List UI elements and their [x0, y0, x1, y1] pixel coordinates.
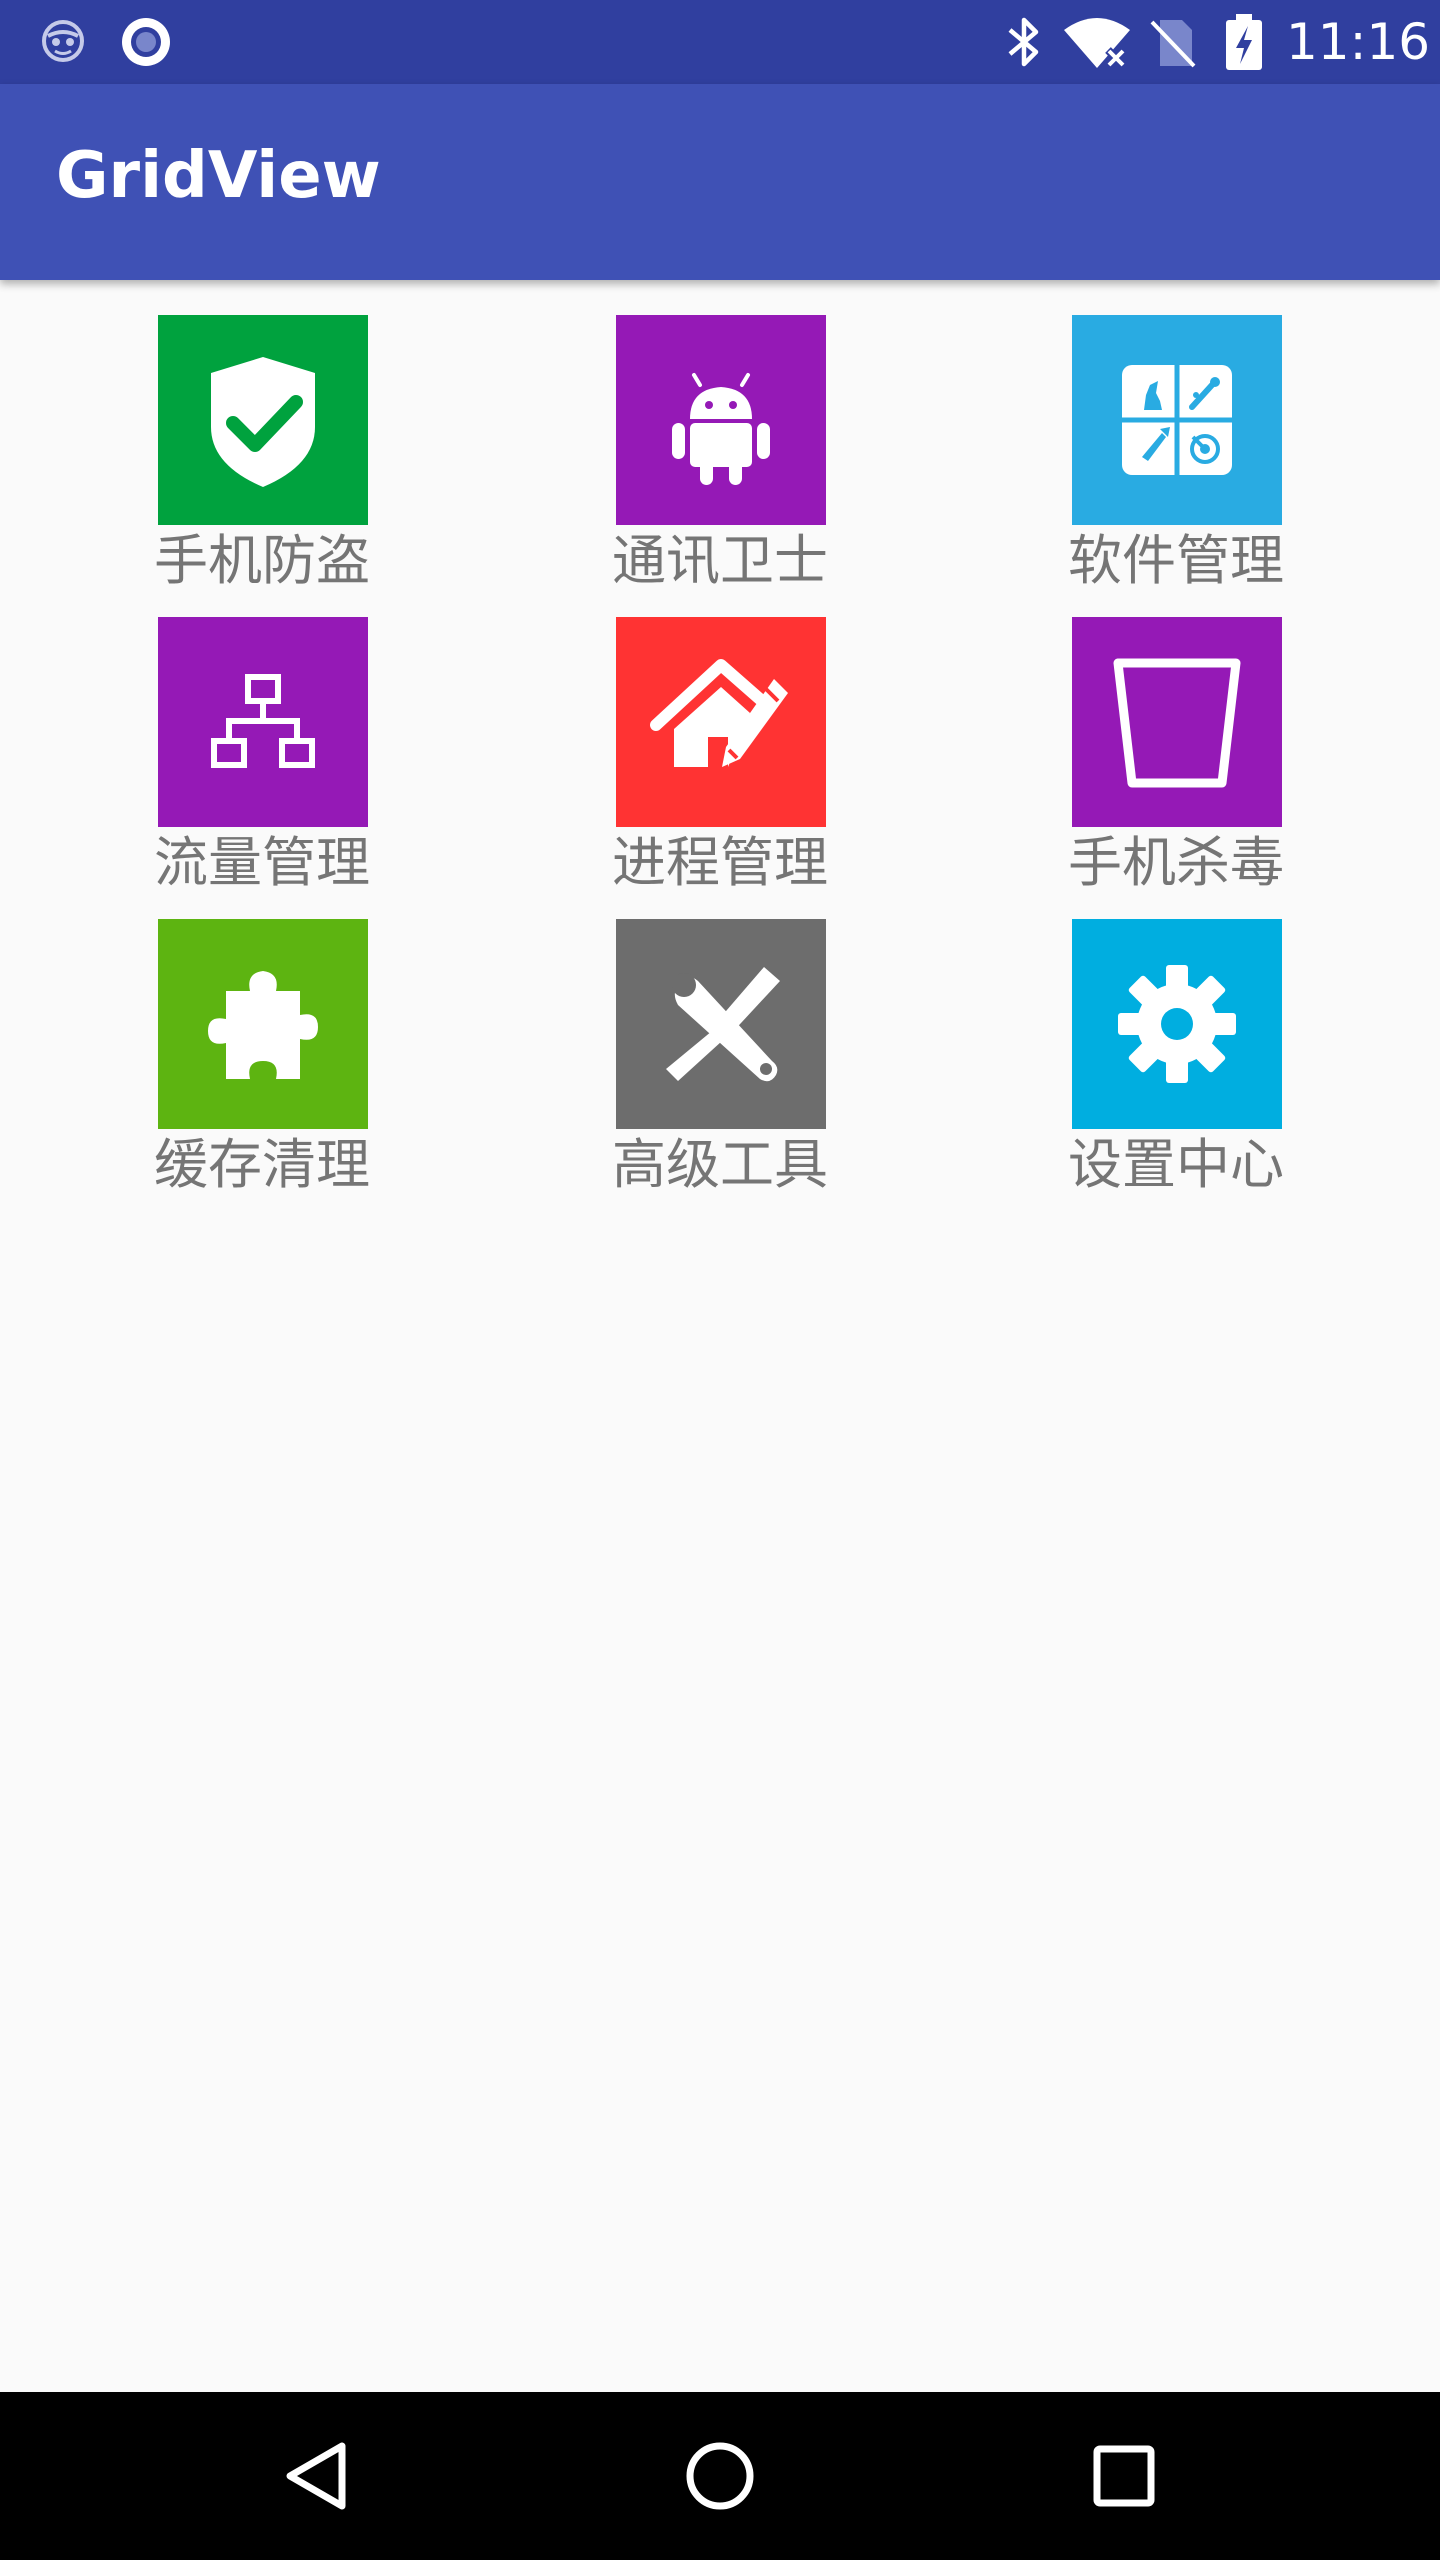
- grid-item-anti-theft[interactable]: 手机防盗: [52, 280, 472, 592]
- tile-software-manager: [1072, 315, 1282, 525]
- tile-settings-center: [1072, 919, 1282, 1129]
- tile-comm-guard: [616, 315, 826, 525]
- tile-antivirus: [1072, 617, 1282, 827]
- tile-process-manager: [616, 617, 826, 827]
- grid-item-label: 高级工具: [612, 1133, 828, 1196]
- status-time: 11:16: [1286, 13, 1431, 71]
- puzzle-icon: [208, 971, 318, 1079]
- bluetooth-icon: [1008, 17, 1039, 67]
- grid-item-advanced-tools[interactable]: 高级工具: [510, 884, 930, 1196]
- tile-traffic-manager: [158, 617, 368, 827]
- tile-advanced-tools: [616, 919, 826, 1129]
- tile-cache-cleaner: [158, 919, 368, 1129]
- house-pencil-icon: [650, 659, 788, 767]
- no-sim-icon: [1150, 20, 1196, 68]
- navigation-bar: [0, 2392, 1440, 2560]
- wifi-icon: [1064, 18, 1130, 69]
- grid-item-software-manager[interactable]: 软件管理: [966, 280, 1386, 592]
- tile-anti-theft: [158, 315, 368, 525]
- app-bar: GridView: [0, 84, 1440, 280]
- battery-charging-icon: [1226, 14, 1262, 70]
- network-icon: [211, 674, 315, 768]
- grid-item-process-manager[interactable]: 进程管理: [510, 582, 930, 894]
- grid-item-antivirus[interactable]: 手机杀毒: [966, 582, 1386, 894]
- grid-item-label: 设置中心: [1068, 1133, 1284, 1196]
- record-notification-icon: [122, 18, 170, 66]
- home-icon[interactable]: [670, 2426, 770, 2526]
- trash-bin-icon: [1113, 658, 1241, 788]
- grid-item-label: 缓存清理: [154, 1133, 370, 1196]
- status-bar: 11:16: [0, 0, 1440, 84]
- apps-grid-icon: [1122, 365, 1232, 475]
- app-title: GridView: [56, 139, 381, 213]
- back-icon[interactable]: [266, 2426, 366, 2526]
- android-icon: [672, 373, 770, 485]
- gear-icon: [1118, 965, 1236, 1083]
- face-notification-icon: [42, 20, 84, 62]
- grid-item-cache-cleaner[interactable]: 缓存清理: [52, 884, 472, 1196]
- recents-icon[interactable]: [1074, 2426, 1174, 2526]
- grid-item-comm-guard[interactable]: 通讯卫士: [510, 280, 930, 592]
- grid-item-traffic-manager[interactable]: 流量管理: [52, 582, 472, 894]
- shield-check-icon: [211, 357, 315, 487]
- grid-item-settings-center[interactable]: 设置中心: [966, 884, 1386, 1196]
- tools-icon: [666, 967, 780, 1082]
